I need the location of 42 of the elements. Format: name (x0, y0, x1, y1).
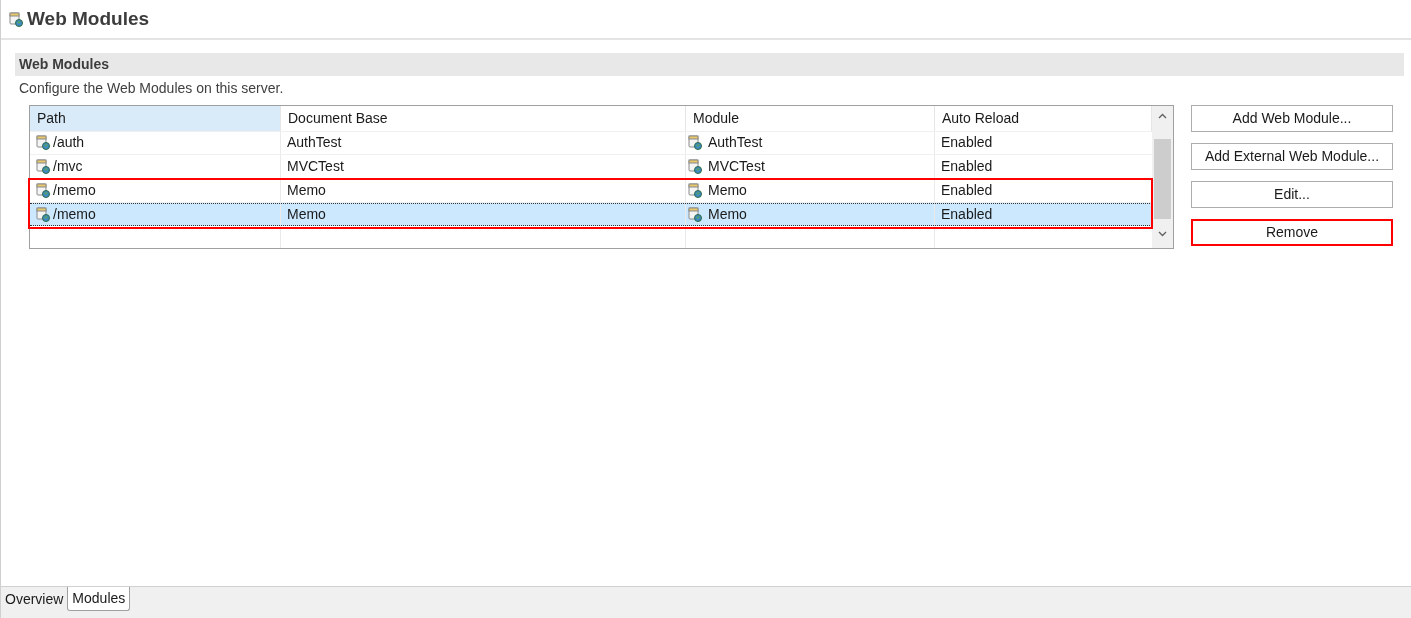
web-module-icon (9, 11, 23, 27)
web-module-icon (688, 159, 702, 175)
scroll-thumb[interactable] (1154, 139, 1171, 219)
table-cell-text: AuthTest (287, 133, 342, 153)
table-cell-text: /auth (53, 133, 85, 153)
table-cell-text: AuthTest (708, 133, 763, 153)
action-button[interactable]: Add External Web Module... (1191, 143, 1393, 170)
table-cell-text: MVCTest (287, 157, 344, 177)
action-button[interactable]: Remove (1191, 219, 1393, 246)
table-row[interactable]: /memo Memo Memo Enabled (30, 179, 1152, 203)
scrollbar[interactable] (1152, 106, 1173, 248)
table-cell-text: MVCTest (708, 157, 765, 177)
web-module-icon (688, 135, 702, 151)
web-module-icon (688, 182, 702, 198)
table-row[interactable]: /auth AuthTest AuthTest Enabled (30, 131, 1152, 156)
table-row[interactable]: /memo Memo Memo Enabled (30, 202, 1152, 227)
editor-tab[interactable]: Overview (1, 587, 68, 611)
web-module-icon (688, 207, 702, 222)
table-cell-text: /memo (53, 180, 96, 200)
section-description: Configure the Web Modules on this server. (18, 79, 285, 98)
table-cell-text: Enabled (941, 205, 993, 224)
editor-tab[interactable]: Modules (67, 587, 131, 611)
action-button[interactable]: Edit... (1191, 181, 1393, 208)
scroll-up-icon[interactable] (1158, 113, 1167, 119)
table-cell-text: Enabled (941, 157, 993, 177)
web-module-icon (36, 182, 50, 198)
table-cell-text: Memo (287, 180, 326, 200)
section-header: Web Modules (15, 53, 1404, 76)
table-cell-text: /mvc (53, 157, 83, 177)
web-module-icon (36, 207, 50, 222)
table-cell-text: /memo (53, 205, 96, 224)
web-module-icon (36, 135, 50, 151)
column-header[interactable]: Path (30, 106, 281, 131)
table-cell-text: Enabled (941, 180, 993, 200)
web-module-icon (36, 159, 50, 175)
table-cell-text: Memo (708, 180, 747, 200)
page-title: Web Modules (27, 6, 150, 31)
scroll-down-icon[interactable] (1158, 231, 1167, 237)
table-cell-text: Memo (708, 205, 747, 224)
table-cell-text: Memo (287, 205, 326, 224)
action-button[interactable]: Add Web Module... (1191, 105, 1393, 132)
table-cell-text: Enabled (941, 133, 993, 153)
